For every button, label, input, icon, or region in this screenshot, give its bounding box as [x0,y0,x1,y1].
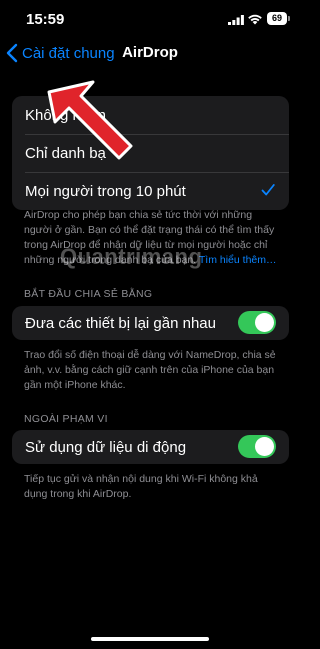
use-cellular-data-row: Sử dụng dữ liệu di động [12,430,289,464]
battery-icon: 69 [267,12,287,25]
watermark-text: Quantrimang [60,244,203,269]
receiving-options-group: Không nhận Chỉ danh bạ Mọi người trong 1… [12,96,289,210]
use-cellular-data-toggle[interactable] [238,435,276,458]
watermark-logo: Quantrimang [60,244,260,270]
option-receiving-off[interactable]: Không nhận [12,96,289,134]
wifi-icon [248,14,262,25]
navigation-bar: Cài đặt chung AirDrop [0,40,300,66]
out-of-range-group: Sử dụng dữ liệu di động [12,430,289,464]
option-contacts-only[interactable]: Chỉ danh bạ [12,134,289,172]
page-title: AirDrop [122,44,178,61]
section-header-start-sharing: BẮT ĐẦU CHIA SẺ BẰNG [24,288,153,300]
start-sharing-group: Đưa các thiết bị lại gần nhau [12,306,289,340]
option-label: Không nhận [25,106,106,124]
namedrop-description: Trao đổi số điện thoại dễ dàng với NameD… [24,349,276,391]
status-bar: 15:59 69 [0,0,300,40]
row-label: Sử dụng dữ liệu di động [25,438,187,456]
battery-nub [288,16,290,21]
row-label: Đưa các thiết bị lại gần nhau [25,314,216,332]
status-time: 15:59 [26,11,65,28]
section-header-out-of-range: NGOÀI PHẠM VI [24,413,108,425]
option-label: Mọi người trong 10 phút [25,182,186,200]
bring-devices-together-toggle[interactable] [238,311,276,334]
bring-devices-together-row: Đưa các thiết bị lại gần nhau [12,306,289,340]
option-everyone-10-minutes[interactable]: Mọi người trong 10 phút [12,172,289,210]
toggle-knob [255,437,274,456]
option-label: Chỉ danh bạ [25,144,106,162]
cellular-signal-icon [228,15,244,25]
cellular-data-description: Tiếp tục gửi và nhận nội dung khi Wi-Fi … [24,473,258,500]
toggle-knob [255,313,274,332]
checkmark-icon [261,184,275,196]
home-indicator [91,637,209,641]
